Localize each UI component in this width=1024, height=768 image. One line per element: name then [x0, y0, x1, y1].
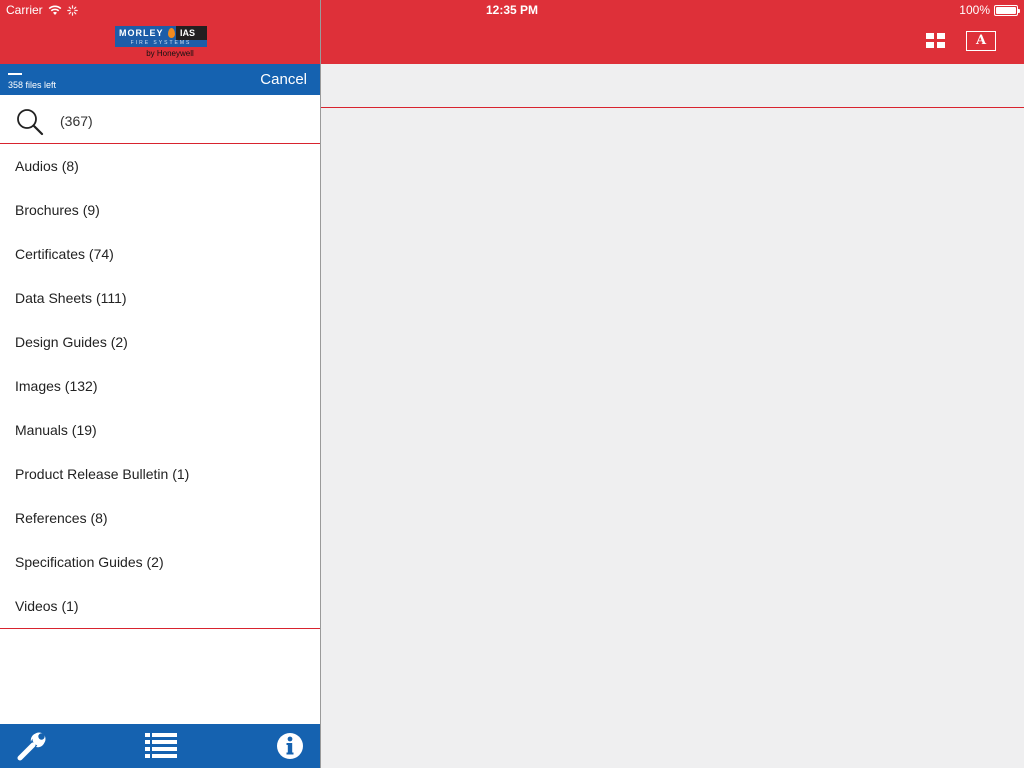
content-area: [321, 108, 1024, 768]
grid-view-icon[interactable]: [926, 33, 946, 49]
battery-fill: [996, 6, 1016, 14]
category-specification-guides[interactable]: Specification Guides (2): [0, 540, 320, 584]
category-design-guides[interactable]: Design Guides (2): [0, 320, 320, 364]
category-brochures[interactable]: Brochures (9): [0, 188, 320, 232]
wrench-icon[interactable]: [12, 728, 48, 764]
files-left-label: 358 files left: [8, 80, 57, 90]
bottom-toolbar: [0, 724, 320, 768]
split-divider: [320, 0, 321, 768]
logo-brand2: IAS: [176, 26, 207, 40]
category-audios[interactable]: Audios (8): [0, 144, 320, 188]
category-product-release-bulletin[interactable]: Product Release Bulletin (1): [0, 452, 320, 496]
list-end-divider: [0, 628, 320, 629]
logo-byline: by Honeywell: [146, 49, 194, 58]
content-header-bar: [321, 64, 1024, 108]
progress-indicator: [8, 73, 22, 75]
category-images[interactable]: Images (132): [0, 364, 320, 408]
battery-icon: [994, 4, 1020, 16]
flame-icon: [167, 26, 176, 40]
status-bar: Carrier 12:35 PM 100%: [0, 0, 1024, 20]
logo-tagline: FIRE SYSTEMS: [115, 40, 207, 47]
cancel-button[interactable]: Cancel: [260, 71, 307, 88]
category-list: Audios (8) Brochures (9) Certificates (7…: [0, 144, 320, 628]
category-panel: Audios (8) Brochures (9) Certificates (7…: [0, 95, 320, 724]
morley-ias-logo: MORLEY IAS FIRE SYSTEMS by Honeywell: [115, 26, 207, 60]
category-data-sheets[interactable]: Data Sheets (111): [0, 276, 320, 320]
category-videos[interactable]: Videos (1): [0, 584, 320, 628]
logo-brand: MORLEY: [115, 26, 167, 40]
search-icon[interactable]: [16, 108, 44, 136]
category-manuals[interactable]: Manuals (19): [0, 408, 320, 452]
status-right: 100%: [959, 3, 1020, 17]
battery-percent: 100%: [959, 3, 990, 17]
category-certificates[interactable]: Certificates (74): [0, 232, 320, 276]
download-progress-bar: 358 files left Cancel: [0, 64, 320, 95]
category-references[interactable]: References (8): [0, 496, 320, 540]
info-icon[interactable]: [272, 728, 308, 764]
list-icon[interactable]: [143, 728, 179, 764]
search-row: [0, 95, 320, 144]
font-size-icon[interactable]: A: [966, 31, 996, 51]
search-input[interactable]: [60, 113, 300, 129]
status-time: 12:35 PM: [485, 3, 539, 17]
